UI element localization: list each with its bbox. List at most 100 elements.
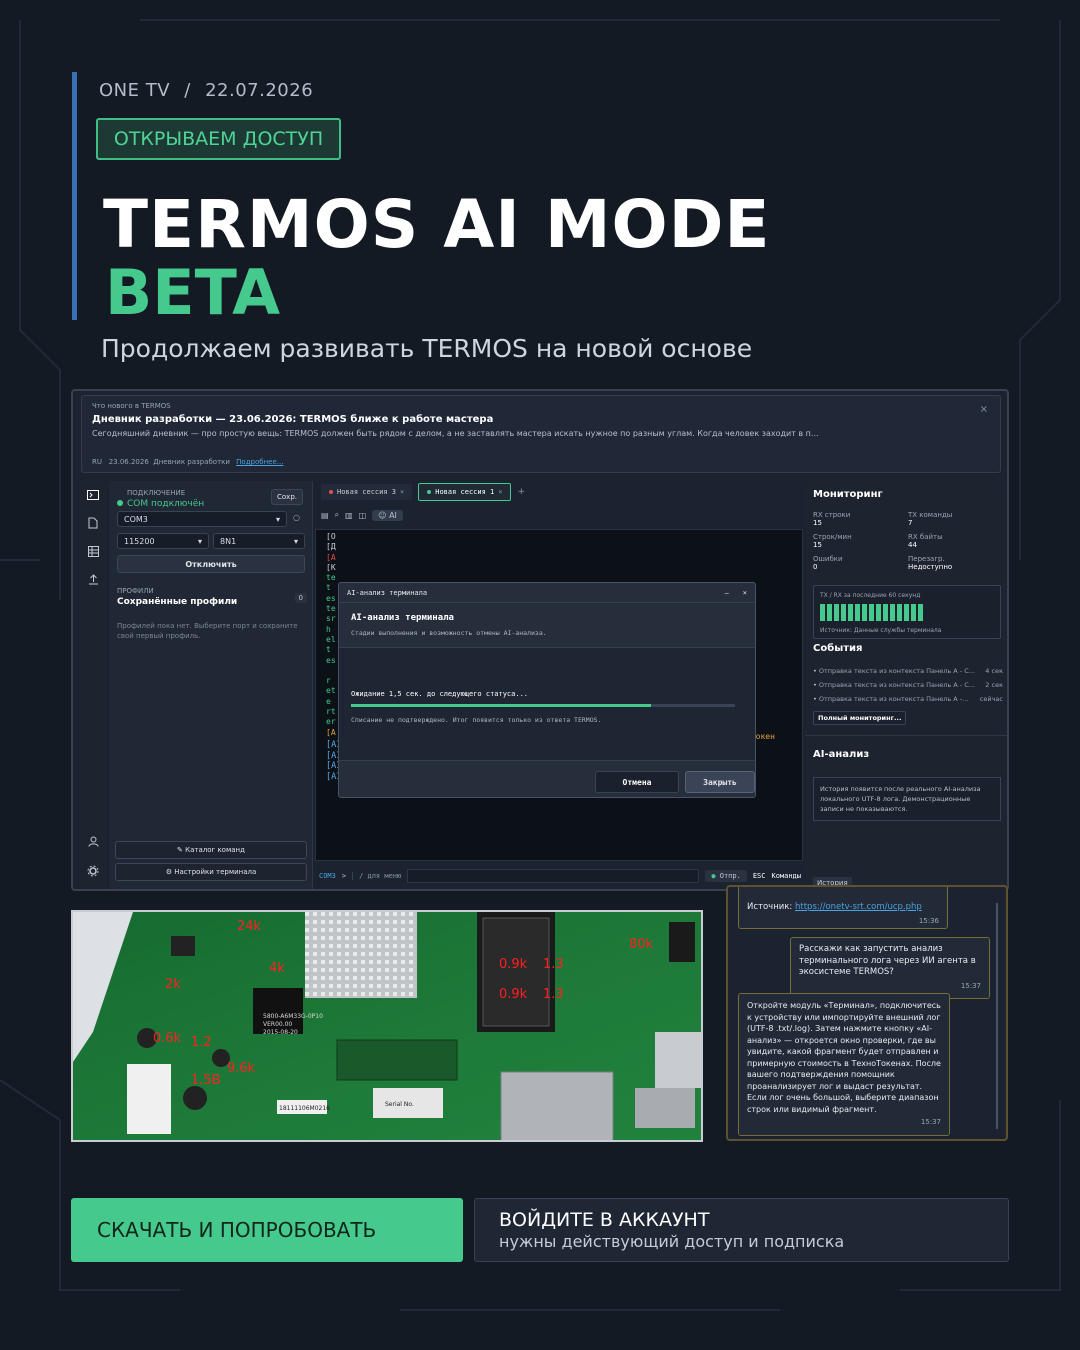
login-button[interactable]: ВОЙДИТЕ В АККАУНТ нужны действующий дост… (474, 1198, 1009, 1262)
terminal-line-fragment: et (326, 686, 336, 696)
tx-rx-bar (918, 604, 923, 621)
divider (805, 735, 1007, 736)
esc-button[interactable]: ESC (753, 872, 766, 880)
terminal-line-fragment: el (326, 634, 336, 644)
disconnect-button[interactable]: Отключить (117, 555, 305, 573)
send-dot-icon: ● (711, 872, 716, 880)
news-close-icon[interactable]: × (980, 404, 988, 415)
message-time: 15:37 (960, 981, 981, 990)
tab-close-icon[interactable]: × (400, 488, 404, 496)
wrench-icon: ✎ (177, 846, 183, 854)
app-window: Что нового в TERMOS Дневник разработки —… (71, 389, 1009, 891)
terminal-line-fragment: rt (326, 707, 336, 717)
gear-icon[interactable] (79, 857, 107, 885)
baud-select[interactable]: 115200 ▾ (117, 533, 209, 549)
news-section: Дневник разработки (153, 458, 230, 466)
chat-scrollbar[interactable] (996, 903, 998, 1129)
filter-icon[interactable]: ▥ (345, 511, 353, 520)
status-dot-icon (117, 500, 123, 506)
tx-rx-chart-source: Источник: Данные службы терминала (820, 627, 942, 634)
terminal-icon[interactable] (79, 481, 107, 509)
modal-heading: AI-анализ терминала (351, 613, 454, 623)
modal-progress-fill (351, 704, 651, 707)
add-tab-icon[interactable]: + (517, 487, 525, 497)
terminal-line-fragment: r (326, 676, 331, 686)
port-select[interactable]: COM3 ▾ (117, 511, 287, 527)
connection-status-text: COM подключён (117, 499, 204, 509)
save-button[interactable]: Сохр. (271, 489, 303, 505)
tx-rx-bar (827, 604, 832, 621)
pcb-sticker: 18111106M0216 (279, 1105, 330, 1112)
tx-rx-bar (897, 604, 902, 621)
refresh-icon[interactable]: ○ (293, 513, 300, 522)
pcb-serial: Serial No. (385, 1101, 414, 1108)
metric-label: TX команды (908, 511, 953, 519)
icon-sidebar (79, 481, 107, 889)
document-icon[interactable] (79, 509, 107, 537)
close-button[interactable]: Закрыть (685, 771, 755, 793)
ai-chat-panel: Источник: https://onetv-srt.com/ucp.php … (726, 885, 1008, 1141)
tab-session-3[interactable]: Новая сессия 3 × (321, 484, 413, 500)
close-icon[interactable]: × (743, 589, 747, 597)
tab-session-1[interactable]: Новая сессия 1 × (418, 483, 512, 501)
send-button[interactable]: ● Отпр. (705, 870, 747, 882)
terminal-line-fragment: [К (326, 562, 336, 572)
settings-icon: ⚙ (165, 868, 172, 876)
message-time: 15:36 (918, 916, 939, 925)
pcb-label: 1.5B (191, 1073, 221, 1088)
metric-label: RX строки (813, 511, 851, 519)
source-link[interactable]: https://onetv-srt.com/ucp.php (795, 902, 922, 912)
cmd-input[interactable]: / для меню (352, 872, 401, 880)
tab-close-icon[interactable]: × (498, 488, 502, 496)
upload-icon[interactable] (79, 565, 107, 593)
terminal-toolbar: ▤ ⌕ ▥ ◫ ☺ AI (321, 507, 403, 523)
tx-rx-bar (911, 604, 916, 621)
pcb-label: 1.3 (543, 987, 564, 1002)
full-monitoring-button[interactable]: Полный мониторинг... (813, 711, 907, 725)
format-select[interactable]: 8N1 ▾ (213, 533, 305, 549)
tab-dot-icon (329, 490, 333, 494)
user-icon[interactable] (79, 827, 107, 855)
split-icon[interactable]: ◫ (359, 511, 367, 520)
session-tabs: Новая сессия 3 × Новая сессия 1 × + (315, 481, 803, 503)
news-banner[interactable]: Что нового в TERMOS Дневник разработки —… (81, 395, 1001, 473)
news-more-link[interactable]: Подробнее... (236, 458, 283, 466)
chip-text: 2015-08-20 (263, 1029, 298, 1036)
clear-icon[interactable]: ▤ (321, 511, 329, 520)
minimize-icon[interactable]: – (725, 589, 729, 597)
chip-text: 5800-A6M33G-0P10 (263, 1013, 323, 1020)
monitoring-title: Мониторинг (813, 489, 883, 500)
cmd-field[interactable] (407, 869, 700, 883)
login-subtitle: нужны действующий доступ и подписка (499, 1232, 845, 1251)
profiles-section: ПРОФИЛИ Сохранённые профили 0 Профилей п… (117, 587, 307, 641)
connection-label: ПОДКЛЮЧЕНИЕ (127, 489, 186, 497)
tx-rx-bar (834, 604, 839, 621)
grid-icon[interactable] (79, 537, 107, 565)
terminal-output[interactable]: [O [Д [A [К te t es te sr h el t es r et e rt er [A оТоке… (315, 529, 803, 861)
terminal-line-fragment: [A (326, 552, 336, 562)
download-button[interactable]: СКАЧАТЬ И ПОПРОБОВАТЬ (71, 1198, 463, 1262)
search-icon[interactable]: ⌕ (335, 510, 339, 520)
robot-icon: ☺ (378, 510, 387, 520)
command-catalog-button[interactable]: ✎ Каталог команд (115, 841, 307, 859)
metric-label: Ошибки (813, 555, 843, 563)
pcb-label: 2k (165, 977, 181, 992)
event-item: • Отправка текста из контекста Панель А … (813, 667, 1003, 675)
message-time: 15:37 (920, 1118, 941, 1126)
commands-button[interactable]: Команды (771, 872, 801, 880)
terminal-settings-button[interactable]: ⚙ Настройки терминала (115, 863, 307, 881)
modal-waiting-text: Ожидание 1,5 сек. до следующего статуса.… (351, 690, 529, 698)
monitoring-panel: Мониторинг RX строки 15 TX команды 7 Строк… (805, 481, 1007, 889)
monitoring-metrics: RX строки 15 TX команды 7 Строк/мин 15 RX б… (813, 511, 1003, 571)
ai-button[interactable]: ☺ AI (372, 509, 403, 521)
login-title: ВОЙДИТЕ В АККАУНТ (499, 1209, 710, 1231)
pcb-label: 4k (269, 961, 285, 976)
terminal-line-fragment: es (326, 593, 336, 603)
tx-rx-bar (904, 604, 909, 621)
access-badge: ОТКРЫВАЕМ ДОСТУП (96, 118, 341, 160)
cancel-button[interactable]: Отмена (595, 771, 679, 793)
chat-bot-message: Откройте модуль «Терминал», подключитесь… (738, 993, 950, 1136)
profiles-label: ПРОФИЛИ (117, 587, 154, 595)
pcb-label: 80k (629, 937, 654, 952)
terminal-line-fragment: er (326, 717, 336, 727)
